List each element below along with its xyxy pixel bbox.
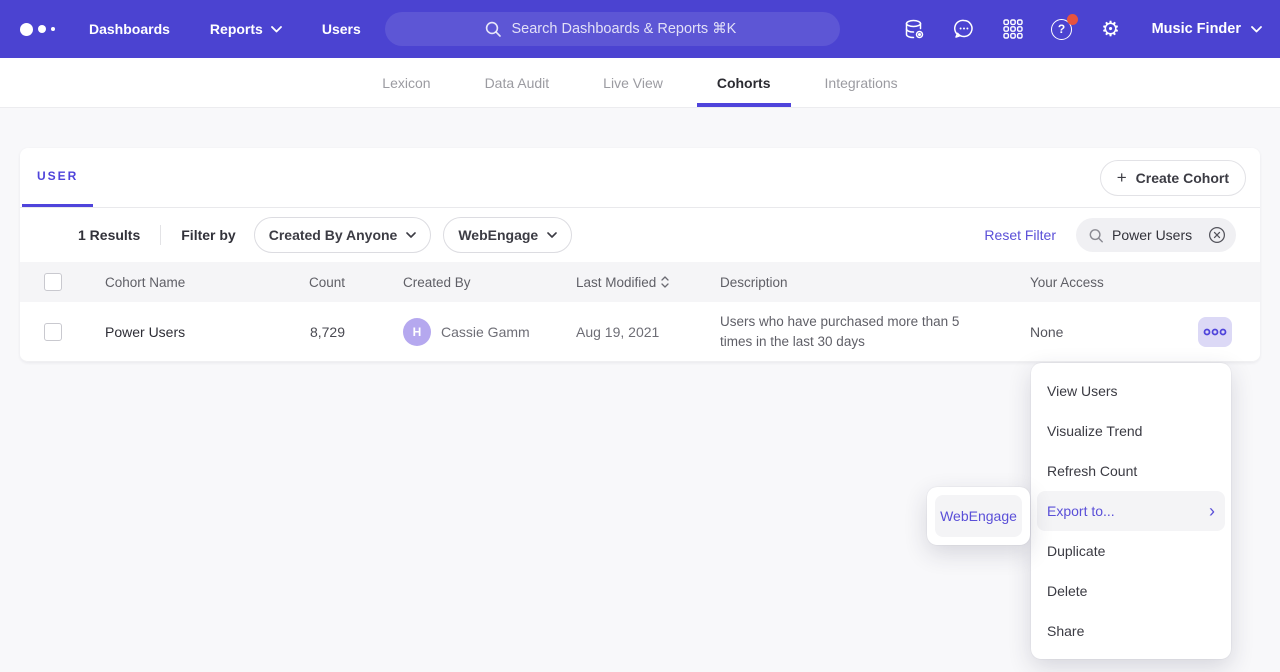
clear-search-icon[interactable]: [1208, 226, 1226, 244]
column-header-description: Description: [720, 275, 1030, 290]
cohort-name-cell[interactable]: Power Users: [105, 324, 285, 340]
last-modified-cell: Aug 19, 2021: [576, 324, 720, 340]
count-cell: 8,729: [285, 324, 403, 340]
global-search-bar[interactable]: [385, 12, 840, 46]
section-tabs: Lexicon Data Audit Live View Cohorts Int…: [0, 58, 1280, 108]
menu-item-visualize-trend[interactable]: Visualize Trend: [1031, 411, 1231, 451]
plus-icon: +: [1117, 169, 1127, 186]
chevron-down-icon: [547, 232, 557, 238]
chevron-right-icon: ›: [1209, 502, 1215, 520]
global-search-input[interactable]: [512, 21, 742, 37]
menu-item-share[interactable]: Share: [1031, 611, 1231, 651]
create-cohort-button[interactable]: + Create Cohort: [1100, 160, 1246, 196]
help-icon[interactable]: ?: [1050, 17, 1074, 41]
active-tab-underline: [697, 103, 791, 107]
project-name: Music Finder: [1152, 21, 1241, 37]
top-nav: Dashboards Reports Users: [0, 0, 1280, 58]
chevron-down-icon: [1251, 26, 1262, 33]
user-cohorts-tab[interactable]: USER: [22, 148, 93, 207]
menu-item-refresh-count[interactable]: Refresh Count: [1031, 451, 1231, 491]
sort-icon: [661, 276, 669, 288]
description-cell: Users who have purchased more than 5 tim…: [720, 312, 1030, 351]
row-checkbox[interactable]: [44, 323, 62, 341]
three-circles-icon: [1202, 327, 1228, 337]
filter-toolbar: 1 Results Filter by Created By Anyone We…: [20, 208, 1260, 262]
export-submenu: WebEngage: [927, 487, 1030, 545]
menu-item-delete[interactable]: Delete: [1031, 571, 1231, 611]
cohort-search-box[interactable]: [1076, 218, 1236, 252]
nav-item-label: Reports: [210, 21, 263, 37]
reset-filter-link[interactable]: Reset Filter: [984, 227, 1056, 243]
results-count: 1 Results: [78, 227, 140, 243]
avatar: H: [403, 318, 431, 346]
filter-by-label: Filter by: [181, 227, 235, 243]
menu-item-duplicate[interactable]: Duplicate: [1031, 531, 1231, 571]
tab-cohorts[interactable]: Cohorts: [697, 58, 791, 107]
tab-integrations[interactable]: Integrations: [805, 58, 918, 107]
project-selector[interactable]: Music Finder: [1152, 21, 1262, 37]
notification-dot: [1067, 14, 1078, 25]
card-header: USER + Create Cohort: [20, 148, 1260, 208]
row-more-options-button[interactable]: [1198, 317, 1232, 347]
menu-item-view-users[interactable]: View Users: [1031, 371, 1231, 411]
top-nav-actions: ? ⚙ Music Finder: [903, 0, 1262, 58]
created-by-name: Cassie Gamm: [441, 324, 530, 340]
menu-item-export-to[interactable]: Export to... ›: [1037, 491, 1225, 531]
search-icon: [1088, 227, 1104, 244]
column-header-name: Cohort Name: [105, 275, 285, 290]
nav-item-label: Users: [322, 21, 361, 37]
chevron-down-icon: [406, 232, 416, 238]
settings-gear-icon[interactable]: ⚙: [1099, 17, 1123, 41]
table-row[interactable]: Power Users 8,729 H Cassie Gamm Aug 19, …: [20, 302, 1260, 362]
cohorts-card: USER + Create Cohort 1 Results Filter by…: [20, 148, 1260, 362]
select-all-checkbox[interactable]: [44, 273, 62, 291]
tab-live-view[interactable]: Live View: [583, 58, 683, 107]
column-header-last-modified[interactable]: Last Modified: [576, 275, 669, 290]
mixpanel-logo-icon[interactable]: [20, 23, 55, 36]
data-management-icon[interactable]: [903, 17, 927, 41]
table-header-row: Cohort Name Count Created By Last Modifi…: [20, 262, 1260, 302]
cohort-search-input[interactable]: [1112, 227, 1200, 243]
source-filter-dropdown[interactable]: WebEngage: [443, 217, 572, 253]
nav-item-users[interactable]: Users: [322, 21, 361, 37]
chat-icon[interactable]: [952, 17, 976, 41]
divider: [160, 225, 161, 245]
chevron-down-icon: [271, 26, 282, 33]
tab-lexicon[interactable]: Lexicon: [362, 58, 450, 107]
column-header-access: Your Access: [1030, 275, 1198, 290]
access-cell: None: [1030, 324, 1198, 340]
nav-item-reports[interactable]: Reports: [210, 21, 282, 37]
nav-item-dashboards[interactable]: Dashboards: [89, 21, 170, 37]
created-by-cell: H Cassie Gamm: [403, 318, 576, 346]
submenu-item-webengage[interactable]: WebEngage: [935, 495, 1022, 537]
tab-data-audit[interactable]: Data Audit: [465, 58, 570, 107]
apps-grid-icon[interactable]: [1001, 17, 1025, 41]
column-header-created-by: Created By: [403, 275, 576, 290]
row-context-menu: View Users Visualize Trend Refresh Count…: [1031, 363, 1231, 659]
column-header-count: Count: [285, 275, 403, 290]
search-icon: [484, 20, 502, 38]
nav-item-label: Dashboards: [89, 21, 170, 37]
created-by-filter-dropdown[interactable]: Created By Anyone: [254, 217, 432, 253]
